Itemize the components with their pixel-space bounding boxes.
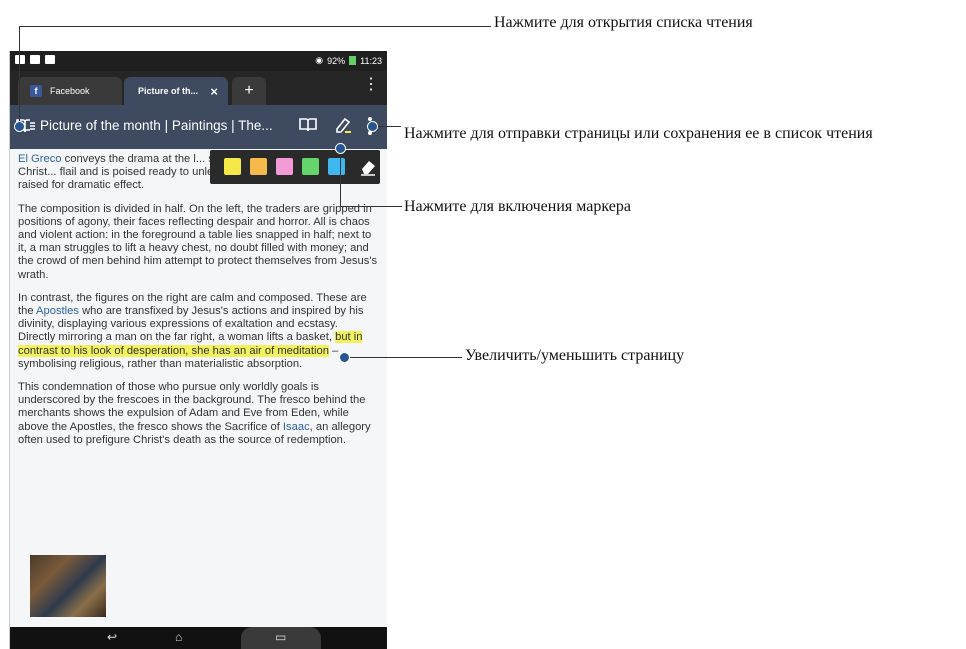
- book-icon[interactable]: [298, 117, 318, 138]
- new-tab-button[interactable]: +: [232, 77, 266, 105]
- home-icon[interactable]: ⌂: [175, 630, 182, 644]
- bag-icon: [45, 55, 55, 64]
- close-tab-icon[interactable]: ×: [210, 84, 218, 99]
- orange-swatch[interactable]: [250, 158, 267, 175]
- recent-apps-icon: ▭: [275, 630, 287, 644]
- battery-icon: [349, 56, 357, 65]
- callout-reading-list: Нажмите для открытия списка чтения: [494, 14, 753, 31]
- cloud-icon: [30, 55, 40, 64]
- tab-facebook[interactable]: f Facebook: [18, 77, 122, 105]
- callout-zoom: Увеличить/уменьшить страницу: [465, 347, 685, 364]
- callout-line: [19, 26, 491, 27]
- tab-label: Facebook: [50, 86, 90, 96]
- wifi-icon: ◉: [315, 55, 324, 65]
- blue-swatch[interactable]: [328, 158, 345, 175]
- device-screen: ◉ 92% 11:23 f Facebook Picture of th... …: [9, 51, 387, 649]
- green-swatch[interactable]: [302, 158, 319, 175]
- paragraph: This condemnation of those who pursue on…: [18, 381, 378, 447]
- callout-line: [344, 357, 462, 358]
- tab-label: Picture of th...: [138, 86, 199, 96]
- yellow-swatch[interactable]: [224, 158, 241, 175]
- reader-toolbar: Picture of the month | Paintings | The..…: [10, 105, 387, 149]
- painting-thumbnail[interactable]: [30, 555, 106, 617]
- pink-swatch[interactable]: [276, 158, 293, 175]
- callout-share: Нажмите для отправки страницы или сохран…: [404, 125, 873, 142]
- eraser-icon[interactable]: [359, 158, 377, 181]
- callout-dot: [335, 143, 346, 154]
- notification-icon: [15, 55, 25, 64]
- overflow-menu-icon[interactable]: ⋮: [363, 77, 379, 93]
- marker-icon[interactable]: [333, 115, 353, 140]
- marker-color-palette: [210, 150, 380, 184]
- callout-marker: Нажмите для включения маркера: [404, 198, 631, 215]
- page-title: Picture of the month | Paintings | The..…: [40, 118, 273, 133]
- callout-line: [19, 26, 20, 126]
- facebook-icon: f: [30, 85, 42, 97]
- recent-apps-button[interactable]: ▭: [241, 627, 321, 649]
- link-isaac[interactable]: Isaac: [283, 421, 310, 433]
- callout-line: [340, 206, 402, 207]
- callout-dot: [339, 352, 350, 363]
- callout-dot: [14, 121, 25, 132]
- paragraph: In contrast, the figures on the right ar…: [18, 292, 378, 371]
- status-bar: ◉ 92% 11:23: [10, 51, 387, 71]
- navigation-bar: ↩ ⌂ ▭: [10, 627, 387, 649]
- callout-dot: [367, 121, 378, 132]
- tab-picture-of-the-month[interactable]: Picture of th... ×: [124, 77, 228, 105]
- callout-line: [340, 148, 341, 206]
- battery-label: 92%: [327, 55, 346, 66]
- back-icon[interactable]: ↩: [107, 630, 117, 644]
- clock: 11:23: [360, 55, 382, 66]
- paragraph: The composition is divided in half. On t…: [18, 202, 378, 281]
- browser-tabs-bar: f Facebook Picture of th... × + ⋮: [10, 71, 387, 105]
- link-apostles[interactable]: Apostles: [36, 305, 79, 317]
- article-content: El Greco conveys the drama at the l... s…: [18, 153, 378, 457]
- link-el-greco[interactable]: El Greco: [18, 153, 62, 165]
